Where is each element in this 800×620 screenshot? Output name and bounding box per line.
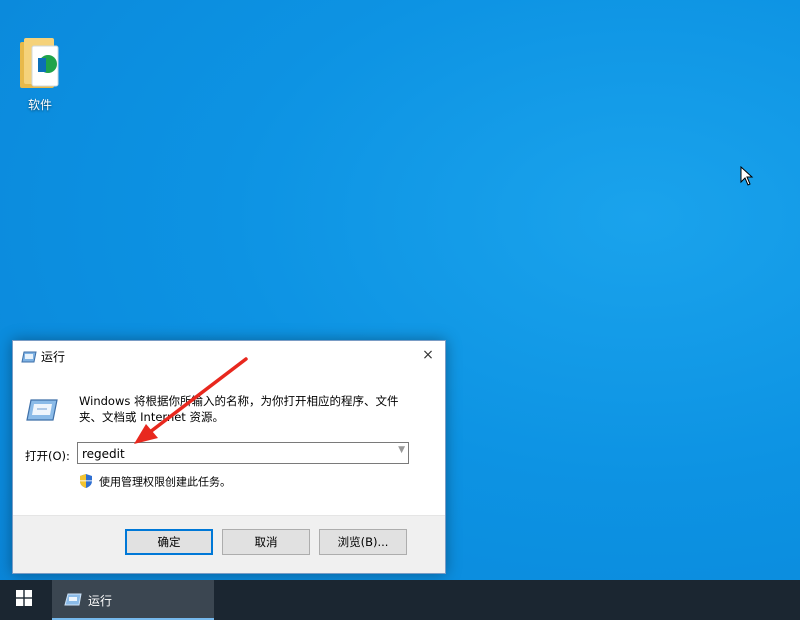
dialog-description: Windows 将根据你所输入的名称，为你打开相应的程序、文件夹、文档或 Int… (79, 394, 399, 424)
open-combobox[interactable]: ▼ (77, 442, 409, 464)
dialog-titlebar[interactable]: 运行 × (13, 341, 445, 371)
admin-note-text: 使用管理权限创建此任务。 (99, 475, 231, 489)
taskbar: 运行 (0, 580, 800, 620)
taskbar-item-label: 运行 (88, 594, 113, 608)
cancel-button[interactable]: 取消 (222, 529, 310, 555)
shield-icon (79, 473, 93, 492)
desktop-icon-software[interactable]: 软件 (12, 36, 68, 113)
run-app-icon (64, 592, 82, 611)
dialog-title: 运行 (41, 350, 66, 364)
admin-note: 使用管理权限创建此任务。 (79, 473, 231, 492)
open-input[interactable] (78, 445, 386, 463)
browse-button[interactable]: 浏览(B)... (319, 529, 407, 555)
taskbar-item-run[interactable]: 运行 (52, 580, 214, 620)
chevron-down-icon[interactable]: ▼ (398, 445, 405, 455)
button-bar: 确定 取消 浏览(B)... (13, 515, 445, 573)
run-app-icon (21, 349, 37, 368)
folder-icon (18, 36, 62, 92)
open-label: 打开(O): (25, 449, 70, 463)
ok-button[interactable]: 确定 (125, 529, 213, 555)
windows-logo-icon (16, 590, 32, 610)
desktop-icon-label: 软件 (27, 98, 52, 112)
mouse-cursor-icon (740, 165, 754, 190)
start-button[interactable] (0, 580, 48, 620)
run-large-icon (25, 397, 59, 427)
run-dialog: 运行 × Windows 将根据你所输入的名称，为你打开相应的程序、文件夹、文档… (12, 340, 446, 574)
close-button[interactable]: × (417, 344, 439, 366)
